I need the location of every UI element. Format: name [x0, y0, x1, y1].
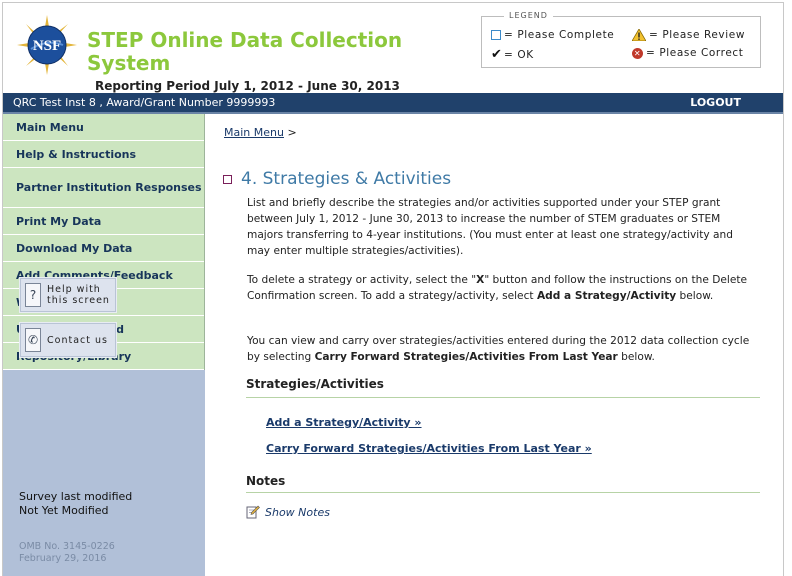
logo-text: NSF — [33, 38, 61, 54]
omb-info: OMB No. 3145-0226 February 29, 2016 — [19, 541, 115, 565]
legend-complete-label: = Please Complete — [504, 29, 615, 41]
reporting-period: Reporting Period July 1, 2012 - June 30,… — [95, 79, 400, 93]
carry-forward-paragraph: You can view and carry over strategies/a… — [247, 333, 757, 365]
legend-ok: ✔ = OK — [491, 47, 534, 62]
legend-title: LEGEND — [504, 11, 553, 20]
logout-link[interactable]: LOGOUT — [690, 96, 741, 109]
omb-date: February 29, 2016 — [19, 553, 107, 564]
section-title: 4. Strategies & Activities — [223, 169, 451, 189]
institution-label: QRC Test Inst 8 , Award/Grant Number 999… — [13, 96, 276, 109]
notes-heading: Notes — [246, 474, 286, 488]
delete-text-a: To delete a strategy or activity, select… — [247, 274, 477, 286]
checkmark-icon: ✔ — [491, 47, 503, 62]
phone-icon: ✆ — [25, 328, 41, 352]
show-notes-label: Show Notes — [265, 505, 330, 519]
empty-square-icon — [491, 30, 501, 40]
legend-correct-label: = Please Correct — [646, 47, 744, 59]
top-nav-bar: QRC Test Inst 8 , Award/Grant Number 999… — [3, 93, 783, 114]
breadcrumb-separator: > — [287, 126, 297, 139]
carry-forward-link[interactable]: Carry Forward Strategies/Activities From… — [266, 442, 592, 455]
sidebar-item-print-data[interactable]: Print My Data — [3, 208, 204, 235]
sidebar-item-main-menu[interactable]: Main Menu — [3, 114, 204, 141]
legend-review: = Please Review — [632, 29, 745, 41]
help-button-line1: Help with — [47, 284, 101, 295]
show-notes-link[interactable]: Show Notes — [246, 505, 330, 519]
question-icon: ? — [25, 283, 41, 307]
legend-ok-label: = OK — [504, 48, 534, 61]
legend-complete: = Please Complete — [491, 29, 614, 41]
strategies-heading: Strategies/Activities — [246, 377, 384, 391]
nsf-logo: NSF — [17, 15, 77, 75]
breadcrumb-main-menu-link[interactable]: Main Menu — [224, 126, 284, 139]
carry-text-c: below. — [617, 351, 655, 363]
omb-number: OMB No. 3145-0226 — [19, 541, 115, 552]
sidebar-item-help-instructions[interactable]: Help & Instructions — [3, 141, 204, 168]
delete-instructions-paragraph: To delete a strategy or activity, select… — [247, 272, 757, 304]
contact-us-button[interactable]: ✆ Contact us — [19, 322, 117, 358]
sidebar-item-partner-responses[interactable]: Partner Institution Responses — [3, 168, 204, 208]
warning-icon — [632, 29, 646, 41]
help-button-line2: this screen — [47, 295, 110, 306]
contact-button-label: Contact us — [47, 334, 108, 346]
main-content: Main Menu > 4. Strategies & Activities L… — [206, 114, 782, 576]
status-square-icon — [223, 174, 232, 184]
section-title-text: 4. Strategies & Activities — [241, 169, 452, 189]
intro-paragraph: List and briefly describe the strategies… — [247, 197, 733, 257]
legend-review-label: = Please Review — [649, 29, 746, 41]
delete-text-c: below. — [676, 290, 714, 302]
sidebar-item-download-data[interactable]: Download My Data — [3, 235, 204, 262]
notes-divider — [246, 492, 760, 493]
edit-note-icon — [246, 505, 260, 519]
legend-correct: ✕ = Please Correct — [632, 47, 743, 59]
survey-modified-value: Not Yet Modified — [19, 504, 109, 517]
strategies-divider — [246, 397, 760, 398]
help-button-label: Help with this screen — [47, 284, 110, 306]
survey-modified-label: Survey last modified — [19, 490, 133, 503]
error-x-icon: ✕ — [632, 47, 643, 59]
help-with-screen-button[interactable]: ? Help with this screen — [19, 277, 117, 313]
carry-forward-label: Carry Forward Strategies/Activities From… — [314, 351, 618, 363]
app-title: STEP Online Data Collection System — [87, 28, 403, 75]
add-strategy-link[interactable]: Add a Strategy/Activity » — [266, 416, 422, 429]
breadcrumb: Main Menu > — [224, 126, 297, 139]
delete-add-strategy-label: Add a Strategy/Activity — [536, 290, 677, 302]
survey-status: Survey last modified Not Yet Modified — [19, 490, 132, 518]
